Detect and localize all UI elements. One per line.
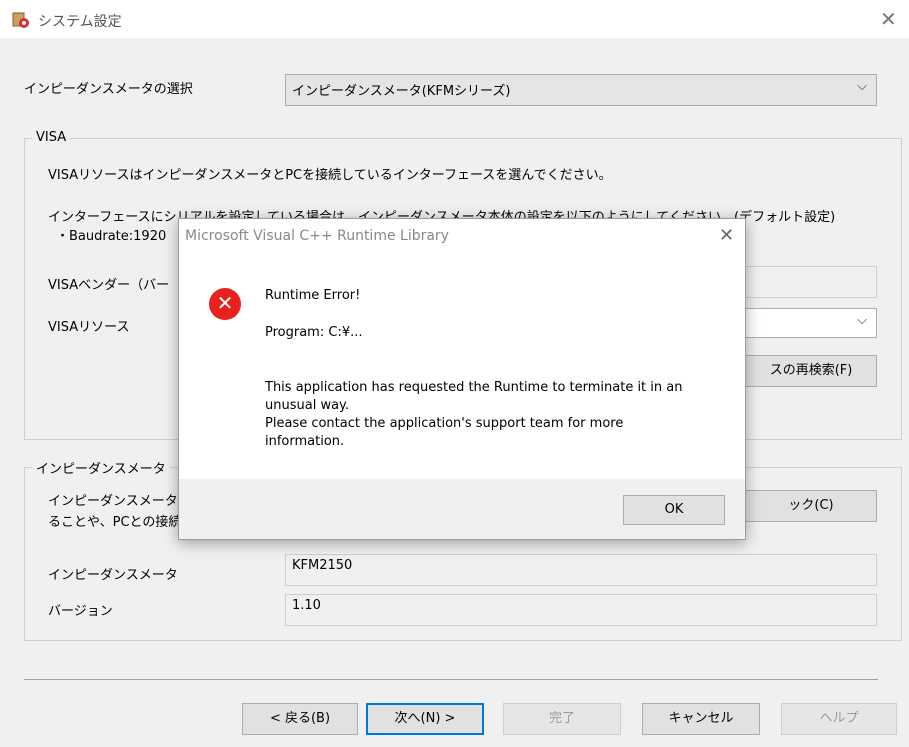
visa-resource-label: VISAリソース — [48, 320, 130, 335]
meter-value-field: KFM2150 — [285, 554, 877, 586]
baudrate-text: ・Baudrate:1920 — [56, 229, 167, 244]
version-value-field: 1.10 — [285, 594, 877, 626]
ok-button[interactable]: OK — [623, 495, 725, 525]
visa-group-title: VISA — [32, 130, 71, 145]
close-icon[interactable]: ✕ — [880, 7, 897, 31]
runtime-error-dialog: Microsoft Visual C++ Runtime Library ✕ ✕… — [178, 218, 746, 540]
close-icon[interactable]: ✕ — [719, 225, 734, 246]
meter-select-dropdown[interactable]: インピーダンスメータ(KFMシリーズ) ⌵ — [285, 74, 877, 106]
cancel-button[interactable]: キャンセル — [642, 703, 760, 735]
visa-vendor-field — [745, 266, 877, 298]
check-button[interactable]: ック(C) — [745, 490, 877, 522]
help-button[interactable]: ヘルプ — [781, 703, 897, 735]
visa-vendor-label: VISAベンダー（バー — [48, 278, 170, 293]
meter-select-value: インピーダンスメータ(KFMシリーズ) — [292, 84, 511, 99]
chevron-down-icon: ⌵ — [857, 313, 867, 328]
meter-description-line2: ることや、PCとの接続 — [48, 515, 182, 530]
next-button[interactable]: 次へ(N) > — [366, 703, 484, 735]
visa-description: VISAリソースはインピーダンスメータとPCを接続しているインターフェースを選ん… — [48, 168, 612, 183]
dialog-message-line4: information. — [265, 434, 345, 449]
dialog-title: Microsoft Visual C++ Runtime Library — [185, 228, 449, 244]
window-title: システム設定 — [38, 14, 122, 30]
error-icon: ✕ — [209, 288, 241, 320]
dialog-message-line1: This application has requested the Runti… — [265, 380, 683, 395]
meter-select-label: インピーダンスメータの選択 — [24, 82, 193, 97]
title-bar: システム設定 ✕ — [0, 0, 909, 38]
settings-app-icon — [12, 12, 29, 28]
finish-button[interactable]: 完了 — [503, 703, 621, 735]
footer-separator — [24, 679, 878, 680]
dialog-message-line3: Please contact the application's support… — [265, 416, 624, 431]
dialog-program: Program: C:¥... — [265, 325, 363, 340]
version-label: バージョン — [48, 604, 113, 619]
meter-group-title: インピーダンスメータ — [32, 458, 170, 477]
visa-resource-dropdown[interactable]: ⌵ — [745, 308, 877, 338]
chevron-down-icon: ⌵ — [857, 79, 867, 94]
meter-description-line1: インピーダンスメータと — [48, 494, 191, 509]
meter-label: インピーダンスメータ — [48, 568, 178, 583]
dialog-heading: Runtime Error! — [265, 288, 361, 303]
dialog-message-line2: unusual way. — [265, 398, 350, 413]
back-button[interactable]: < 戻る(B) — [242, 703, 358, 735]
rescan-button[interactable]: スの再検索(F) — [745, 355, 877, 387]
dialog-footer: OK — [179, 479, 745, 539]
